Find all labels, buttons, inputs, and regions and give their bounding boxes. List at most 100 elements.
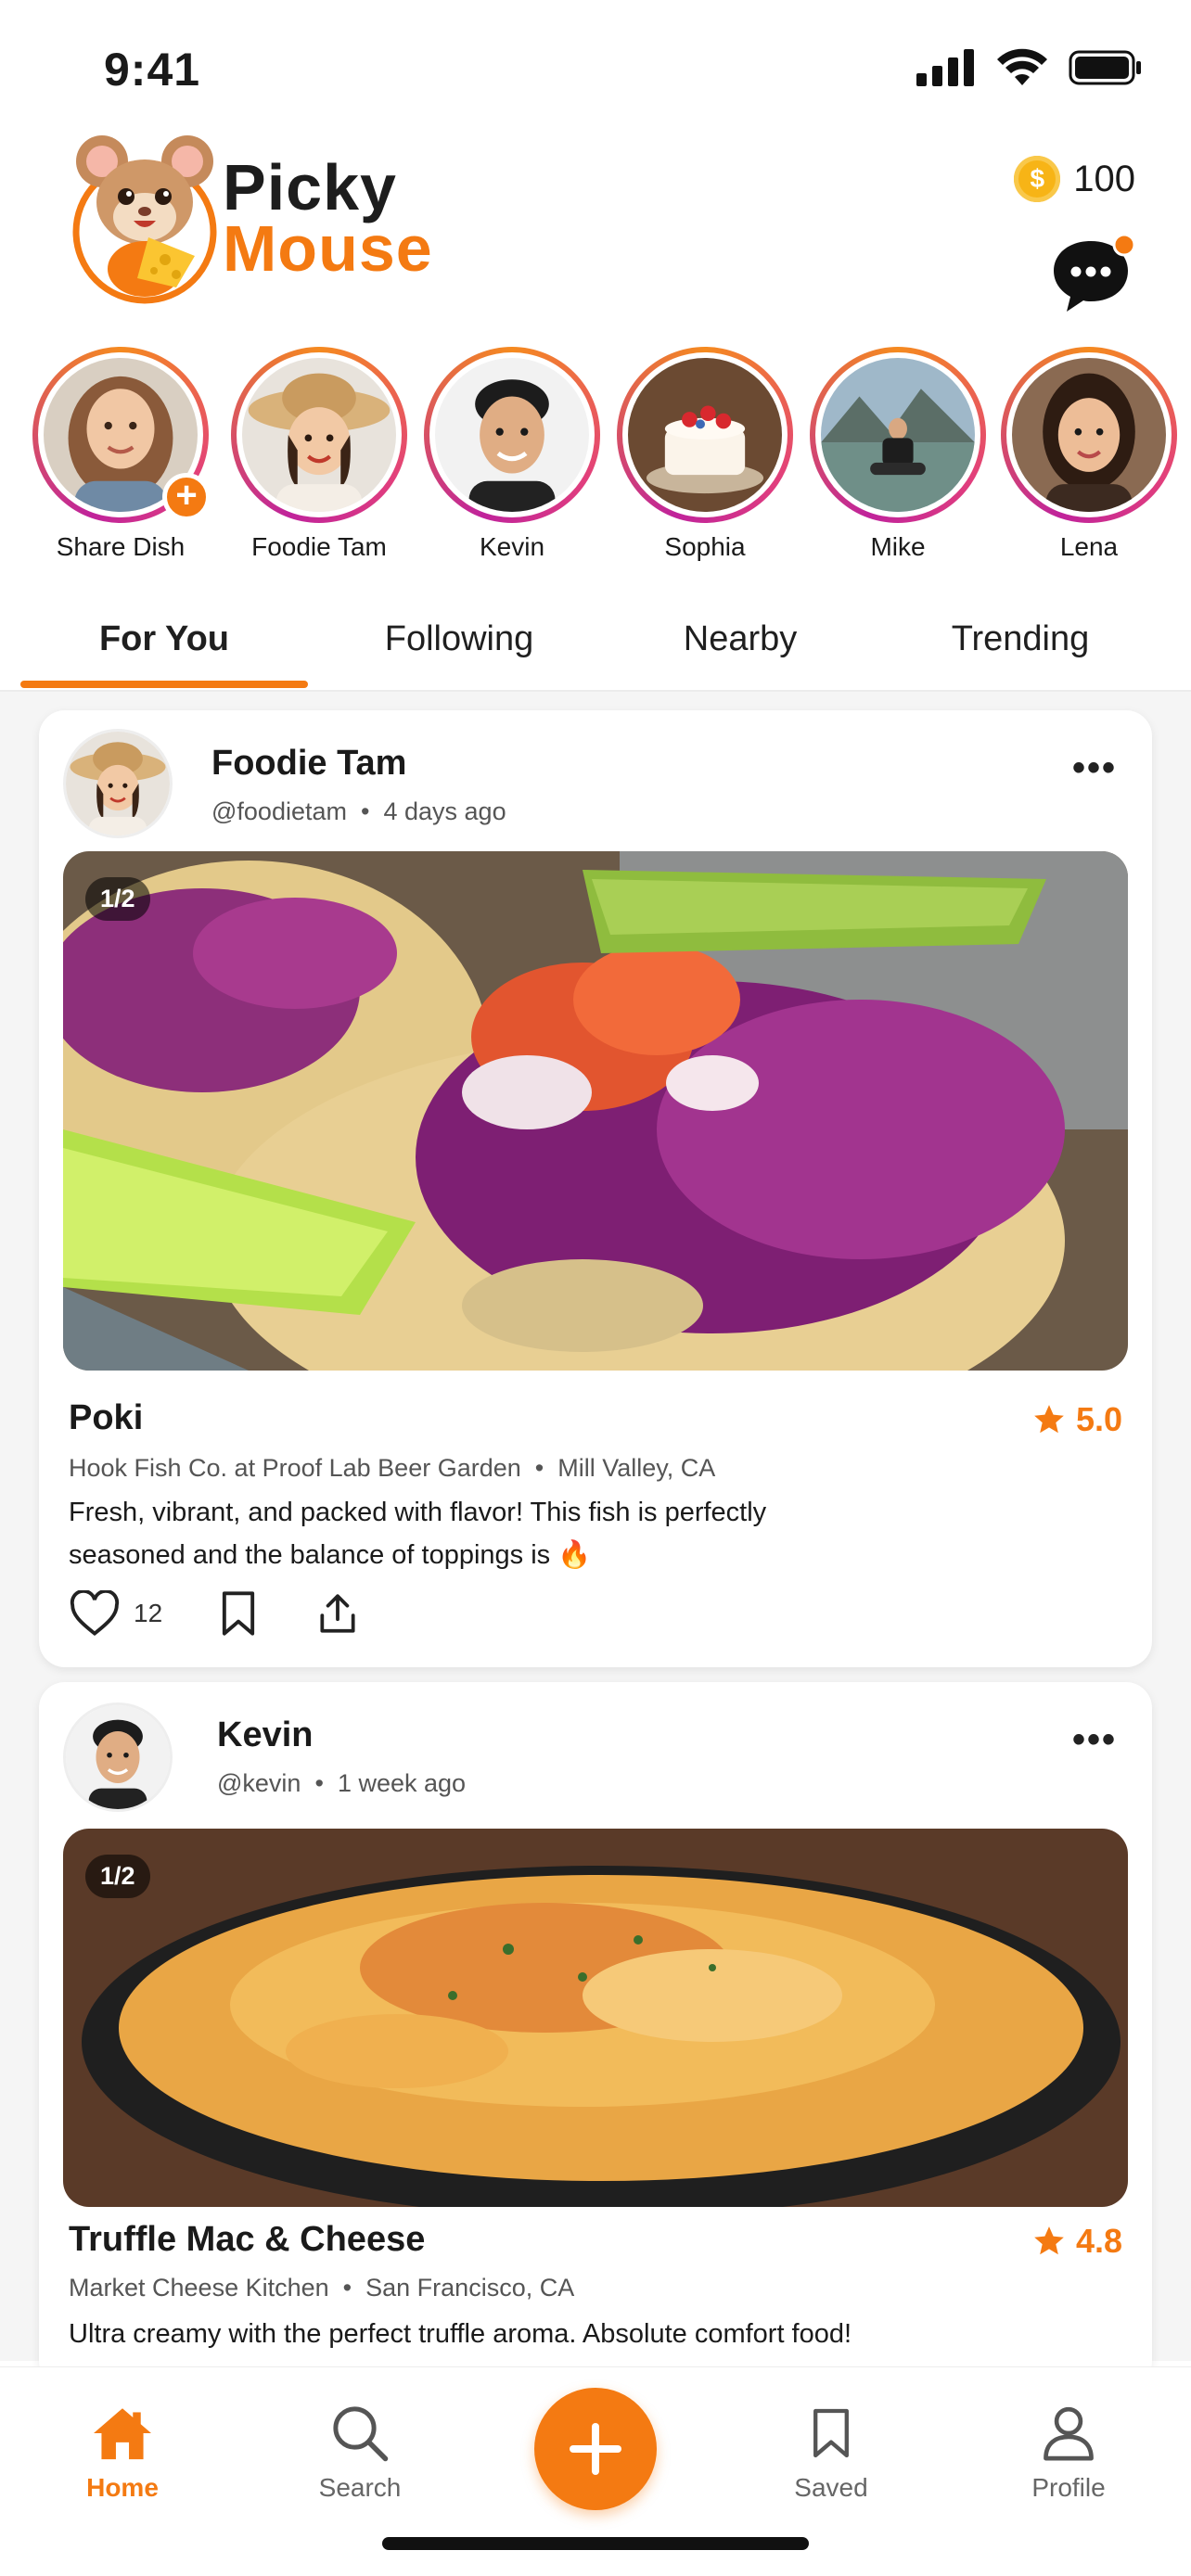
landscape-photo — [821, 358, 975, 512]
nav-home[interactable]: Home — [48, 2401, 197, 2503]
dish-name[interactable]: Poki — [69, 1398, 143, 1438]
mouse-mascot-icon — [72, 135, 217, 304]
cake-photo — [628, 358, 782, 512]
tab-following[interactable]: Following — [334, 619, 584, 659]
photo-counter: 1/2 — [85, 877, 150, 921]
post-time: 1 week ago — [337, 1769, 467, 1797]
restaurant-location[interactable]: Hook Fish Co. at Proof Lab Beer Garden •… — [69, 1454, 715, 1483]
tab-trending[interactable]: Trending — [900, 619, 1141, 659]
story-share-dish[interactable]: + Share Dish — [28, 347, 213, 562]
story-ring — [617, 347, 793, 523]
story-label: Mike — [870, 532, 926, 561]
location: Mill Valley, CA — [557, 1454, 716, 1482]
nav-label: Profile — [1031, 2473, 1106, 2502]
star-icon — [1034, 1405, 1064, 1434]
story-ring — [810, 347, 986, 523]
photo-counter: 1/2 — [85, 1855, 150, 1898]
plus-icon — [570, 2423, 621, 2475]
coin-icon: $ — [1014, 156, 1061, 202]
tab-for-you[interactable]: For You — [20, 619, 308, 659]
meta-separator: • — [353, 797, 377, 825]
author-name[interactable]: Foodie Tam — [211, 744, 406, 784]
story-label: Sophia — [664, 532, 746, 561]
dish-name[interactable]: Truffle Mac & Cheese — [69, 2220, 425, 2260]
story-foodie-tam[interactable]: Foodie Tam — [226, 347, 412, 562]
nav-label: Search — [318, 2473, 402, 2502]
post-photo[interactable]: 1/2 — [63, 851, 1128, 1371]
review-line: seasoned and the balance of toppings is … — [69, 1540, 592, 1570]
nav-profile[interactable]: Profile — [994, 2401, 1143, 2503]
chat-bubble-icon[interactable] — [1050, 232, 1139, 317]
review-text: Ultra creamy with the perfect truffle ar… — [69, 2313, 1089, 2355]
add-story-icon[interactable]: + — [162, 473, 211, 521]
status-icons — [916, 48, 1143, 87]
author-avatar[interactable] — [63, 729, 173, 838]
story-ring — [424, 347, 600, 525]
restaurant-name[interactable]: Market Cheese Kitchen — [69, 2274, 329, 2302]
post-card[interactable]: Foodie Tam @foodietam • 4 days ago ••• 1… — [39, 710, 1152, 1667]
story-label: Foodie Tam — [251, 532, 387, 561]
more-options-icon[interactable]: ••• — [1072, 749, 1117, 786]
author-avatar[interactable] — [63, 1702, 173, 1812]
restaurant-location[interactable]: Market Cheese Kitchen • San Francisco, C… — [69, 2274, 574, 2302]
logo-text-picky: Picky — [223, 150, 397, 223]
story-ring: + — [32, 347, 211, 528]
author-handle[interactable]: @foodietam — [211, 797, 347, 825]
logo-wordmark: Picky Mouse — [223, 150, 433, 281]
coin-balance[interactable]: $ 100 — [1014, 156, 1135, 202]
user-avatar — [435, 358, 589, 525]
story-label: Kevin — [479, 532, 545, 561]
cellular-signal-icon — [916, 49, 974, 86]
tab-nearby[interactable]: Nearby — [620, 619, 861, 659]
author-handle[interactable]: @kevin — [217, 1769, 301, 1797]
heart-icon — [70, 1590, 120, 1637]
battery-icon — [1069, 50, 1141, 85]
bookmark-icon — [223, 1591, 255, 1636]
review-line: Fresh, vibrant, and packed with flavor! … — [69, 1498, 767, 1527]
active-tab-indicator — [20, 681, 308, 688]
status-bar: 9:41 — [0, 0, 1191, 139]
story-lena[interactable]: Lena — [996, 347, 1182, 562]
more-options-icon[interactable]: ••• — [1072, 1721, 1117, 1758]
post-photo[interactable]: 1/2 — [63, 1829, 1128, 2207]
post-actions: 12 — [69, 1589, 416, 1638]
story-sophia[interactable]: Sophia — [612, 347, 798, 562]
taco-photo — [63, 851, 1128, 1371]
stories-row: + Share Dish Foodie Tam Kevin Sophia Mik… — [0, 347, 1191, 569]
feed[interactable]: Foodie Tam @foodietam • 4 days ago ••• 1… — [0, 692, 1191, 2387]
add-post-button[interactable] — [534, 2388, 657, 2510]
review-line: Ultra creamy with the perfect truffle ar… — [69, 2319, 852, 2349]
post-time: 4 days ago — [383, 797, 506, 825]
share-icon — [320, 1594, 355, 1633]
bookmark-icon — [813, 2408, 849, 2458]
rating-value: 4.8 — [1075, 2222, 1122, 2260]
profile-icon — [1044, 2406, 1094, 2461]
star-icon — [1034, 2226, 1064, 2255]
rating-value: 5.0 — [1075, 1400, 1122, 1438]
user-avatar — [1012, 358, 1166, 525]
feed-tabs: For You Following Nearby Trending — [0, 603, 1191, 692]
like-button[interactable]: 12 — [69, 1590, 162, 1637]
rating: 4.8 — [1031, 2222, 1122, 2261]
nav-label: Home — [86, 2473, 159, 2502]
app-logo[interactable]: Picky Mouse — [65, 121, 433, 306]
author-name[interactable]: Kevin — [217, 1715, 313, 1755]
like-count: 12 — [134, 1599, 163, 1627]
nav-saved[interactable]: Saved — [757, 2401, 905, 2503]
story-kevin[interactable]: Kevin — [419, 347, 605, 562]
home-indicator[interactable] — [382, 2537, 809, 2550]
meta-separator: • — [528, 1454, 551, 1482]
review-text: Fresh, vibrant, and packed with flavor! … — [69, 1491, 903, 1576]
save-button[interactable] — [218, 1589, 259, 1638]
story-ring — [1001, 347, 1177, 525]
meta-separator: • — [307, 1769, 331, 1797]
story-label: Share Dish — [56, 532, 186, 561]
rating: 5.0 — [1031, 1400, 1122, 1439]
restaurant-name[interactable]: Hook Fish Co. at Proof Lab Beer Garden — [69, 1454, 521, 1482]
post-card[interactable]: Kevin @kevin • 1 week ago ••• 1/2 Truffl… — [39, 1682, 1152, 2387]
nav-search[interactable]: Search — [286, 2401, 434, 2503]
home-icon — [94, 2408, 151, 2460]
notification-dot — [1112, 233, 1136, 257]
share-button[interactable] — [314, 1589, 361, 1638]
story-mike[interactable]: Mike — [805, 347, 991, 562]
